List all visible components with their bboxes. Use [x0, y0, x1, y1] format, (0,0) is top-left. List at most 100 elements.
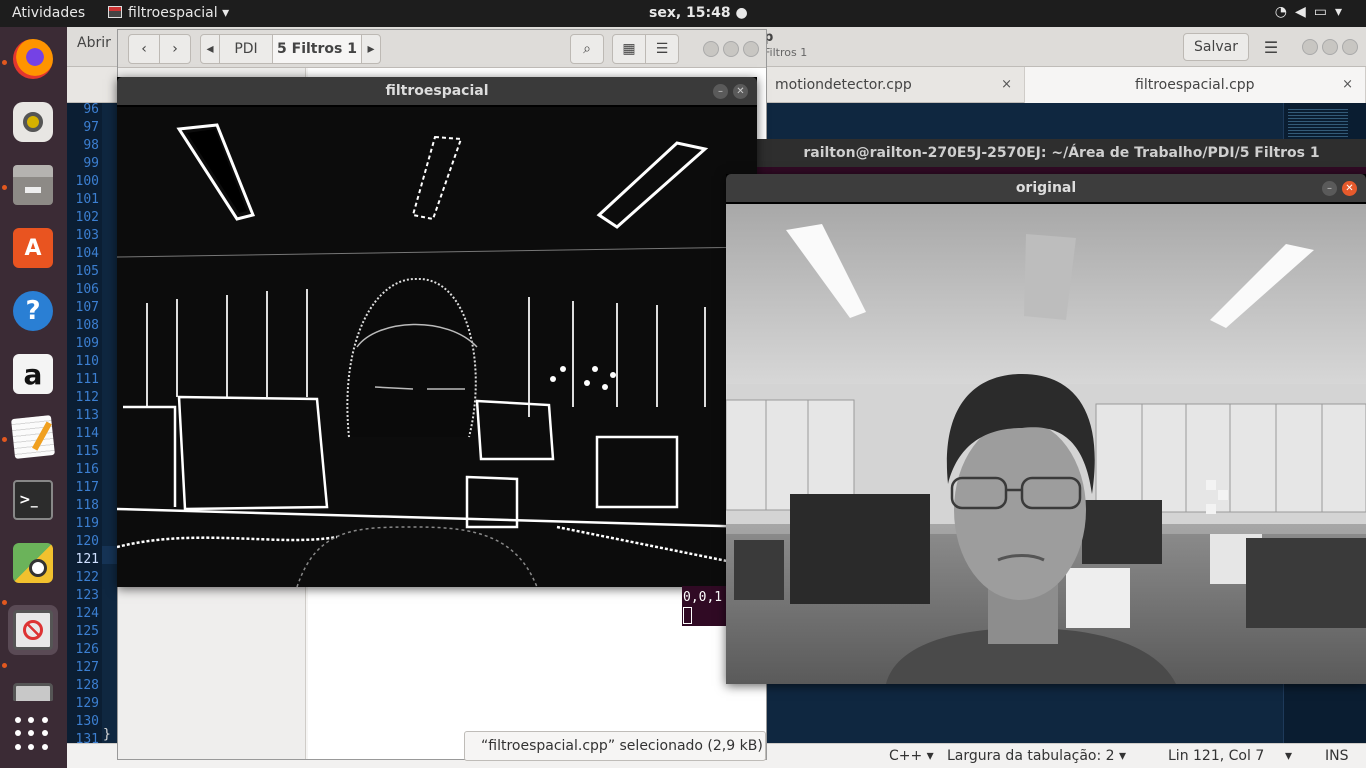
dock-opencv-app[interactable]: [8, 605, 58, 655]
help-icon: ?: [13, 291, 53, 331]
tab-close-icon[interactable]: ×: [1342, 77, 1353, 92]
maximize-icon[interactable]: [723, 41, 739, 57]
tab-filtroespacial[interactable]: filtroespacial.cpp ×: [1025, 67, 1366, 103]
line-number: 121: [75, 552, 99, 567]
dock-text-editor[interactable]: [8, 412, 58, 462]
minimize-icon[interactable]: [1302, 39, 1318, 55]
line-number: 129: [75, 696, 99, 711]
line-number: 96: [83, 102, 99, 117]
dock-files[interactable]: [8, 160, 58, 210]
filtered-image-window: filtroespacial – ✕: [117, 77, 757, 587]
language-selector[interactable]: C++ ▾: [889, 748, 934, 764]
dock-opencv-app-2[interactable]: [8, 671, 58, 701]
line-number-gutter: 96 97 98 99 100 101 102 103 104 105 106 107 108 109 11…: [67, 102, 102, 747]
show-apps-icon[interactable]: [15, 717, 51, 753]
line-number: 113: [75, 408, 99, 423]
search-button[interactable]: ⌕: [570, 34, 604, 64]
hamburger-menu-icon[interactable]: ☰: [1255, 33, 1287, 61]
terminal-output: 0,0,1: [682, 586, 728, 626]
activities-button[interactable]: Atividades: [12, 5, 85, 21]
minimize-icon[interactable]: –: [1322, 181, 1337, 196]
forward-button[interactable]: ›: [159, 34, 191, 64]
system-menu[interactable]: ◔◀▭▾: [1275, 4, 1350, 20]
minimize-icon[interactable]: –: [713, 84, 728, 99]
line-number: 98: [83, 138, 99, 153]
line-number: 103: [75, 228, 99, 243]
terminal-icon: >_: [13, 480, 53, 520]
running-indicator: [2, 185, 7, 190]
firefox-icon: [13, 39, 53, 79]
software-glyph: A: [24, 235, 42, 261]
path-item-pdi[interactable]: PDI: [219, 34, 273, 64]
line-number: 100: [75, 174, 99, 189]
path-label: PDI: [234, 41, 258, 57]
dock-amazon[interactable]: a: [8, 349, 58, 399]
search-icon: ⌕: [583, 41, 591, 57]
filtered-window-title: filtroespacial: [117, 77, 757, 105]
code-line-131: }: [103, 727, 111, 742]
volume-icon: ◀: [1294, 4, 1314, 20]
save-button[interactable]: Salvar: [1183, 33, 1249, 61]
line-number: 102: [75, 210, 99, 225]
opencv-app-icon: [13, 683, 53, 701]
dock-software[interactable]: A: [8, 223, 58, 273]
hamburger-menu-icon: ☰: [655, 41, 669, 57]
line-number: 109: [75, 336, 99, 351]
original-image: [726, 204, 1366, 684]
menu-button[interactable]: ☰: [645, 34, 679, 64]
minimize-icon[interactable]: [703, 41, 719, 57]
grid-view-icon: ▦: [622, 41, 636, 57]
line-number: 117: [75, 480, 99, 495]
line-number: 120: [75, 534, 99, 549]
app-menu-label: filtroespacial: [128, 5, 218, 21]
path-item-current[interactable]: 5 Filtros 1: [272, 34, 362, 64]
dock-rhythmbox[interactable]: [8, 97, 58, 147]
clock[interactable]: sex, 15:48 ●: [649, 5, 748, 21]
dock-help[interactable]: ?: [8, 286, 58, 336]
tab-close-icon[interactable]: ×: [1001, 77, 1012, 92]
original-window-title: original: [726, 174, 1366, 202]
close-icon[interactable]: ✕: [1342, 181, 1357, 196]
line-number: 130: [75, 714, 99, 729]
line-number: 115: [75, 444, 99, 459]
running-indicator: [2, 663, 7, 668]
line-number: 127: [75, 660, 99, 675]
path-left-arrow[interactable]: ◂: [200, 34, 220, 64]
close-icon[interactable]: [1342, 39, 1358, 55]
line-number: 112: [75, 390, 99, 405]
dock-terminal[interactable]: >_: [8, 475, 58, 525]
line-number: 126: [75, 642, 99, 657]
tab-label: motiondetector.cpp: [775, 77, 912, 93]
view-toggle-button[interactable]: ▦: [612, 34, 646, 64]
editor-subtitle: Filtros 1: [764, 46, 808, 59]
opencv-app-icon: [13, 610, 53, 650]
battery-icon: ▭: [1313, 4, 1335, 20]
open-button[interactable]: Abrir: [77, 35, 111, 51]
path-right-arrow[interactable]: ▸: [361, 34, 381, 64]
line-number: 114: [75, 426, 99, 441]
line-number: 123: [75, 588, 99, 603]
tab-label: filtroespacial.cpp: [1135, 77, 1255, 93]
back-button[interactable]: ‹: [128, 34, 160, 64]
rhythmbox-icon: [13, 102, 53, 142]
maximize-icon[interactable]: [1322, 39, 1338, 55]
cursor-position-arrow[interactable]: ▾: [1285, 748, 1292, 764]
close-icon[interactable]: [743, 41, 759, 57]
running-indicator: [2, 60, 7, 65]
close-icon[interactable]: ✕: [733, 84, 748, 99]
dock-image-viewer[interactable]: [8, 538, 58, 588]
line-number: 116: [75, 462, 99, 477]
selection-status: “filtroespacial.cpp” selecionado (2,9 kB…: [464, 731, 766, 761]
line-number: 124: [75, 606, 99, 621]
app-menu[interactable]: filtroespacial ▾: [108, 5, 229, 21]
running-indicator: [2, 437, 7, 442]
dock: A ? a >_: [0, 27, 67, 768]
tab-width-selector[interactable]: Largura da tabulação: 2 ▾: [947, 748, 1126, 764]
app-menu-icon: [108, 6, 122, 18]
line-number: 111: [75, 372, 99, 387]
triangle-left-icon: ◂: [206, 41, 214, 57]
dock-firefox[interactable]: [8, 34, 58, 84]
line-number: 99: [83, 156, 99, 171]
line-number: 97: [83, 120, 99, 135]
cursor-position[interactable]: Lin 121, Col 7: [1168, 748, 1264, 764]
